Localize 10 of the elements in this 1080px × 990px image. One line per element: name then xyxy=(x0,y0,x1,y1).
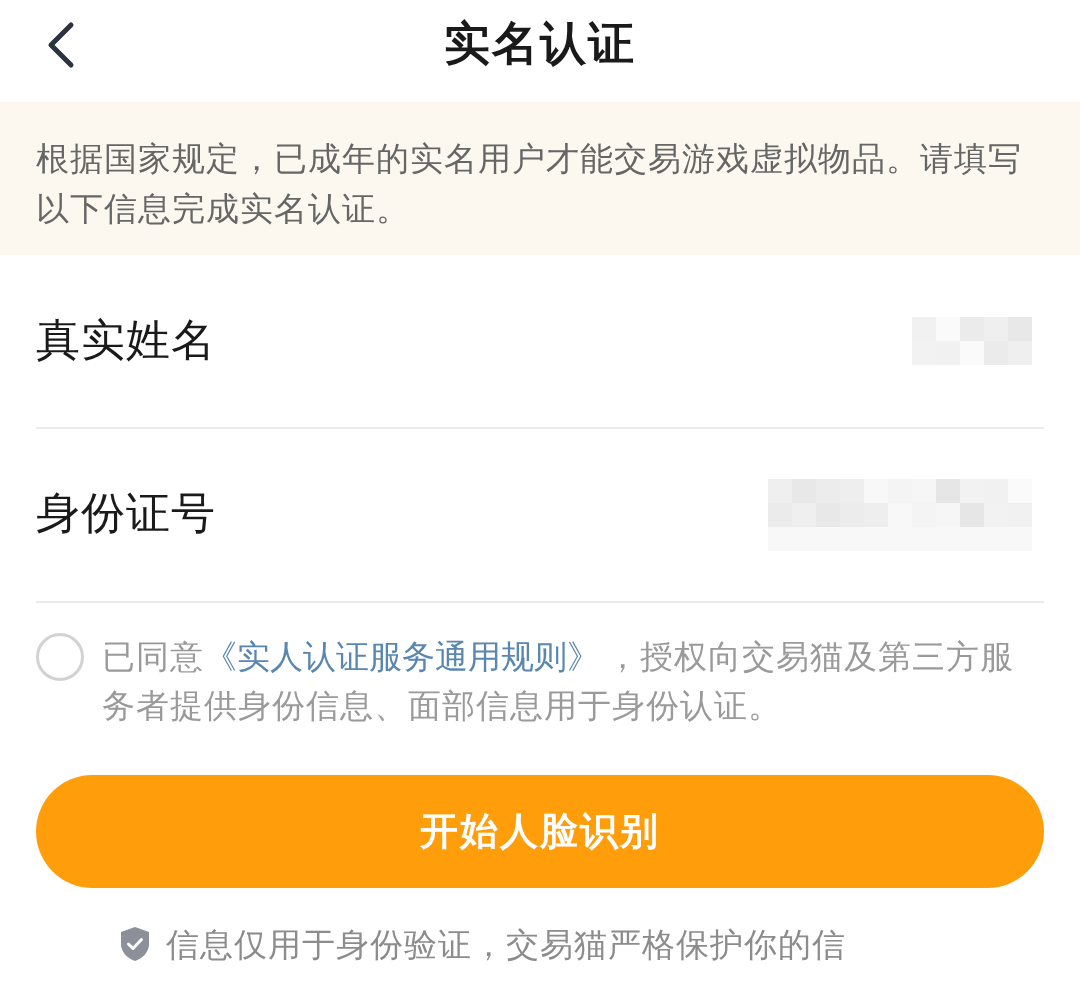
page-title: 实名认证 xyxy=(444,20,636,66)
rules-link[interactable]: 《实人认证服务通用规则》 xyxy=(204,638,600,675)
field-label: 身份证号 xyxy=(36,491,216,535)
field-label: 真实姓名 xyxy=(36,318,216,362)
agree-checkbox[interactable] xyxy=(36,633,84,681)
start-face-recognition-button[interactable]: 开始人脸识别 xyxy=(36,775,1044,888)
shield-check-icon xyxy=(120,926,150,962)
agreement-text: 已同意《实人认证服务通用规则》 ，授权向交易猫及第三方服务者提供身份信息、面部信息用于身份认证。 xyxy=(102,637,1015,726)
privacy-note: 信息仅用于身份验证，交易猫严格保护你的信 xyxy=(166,927,846,961)
notice-text: 根据国家规定，已成年的实名用户才能交易游戏虚拟物品。请填写以下信息完成实名认证。 xyxy=(36,139,1023,229)
